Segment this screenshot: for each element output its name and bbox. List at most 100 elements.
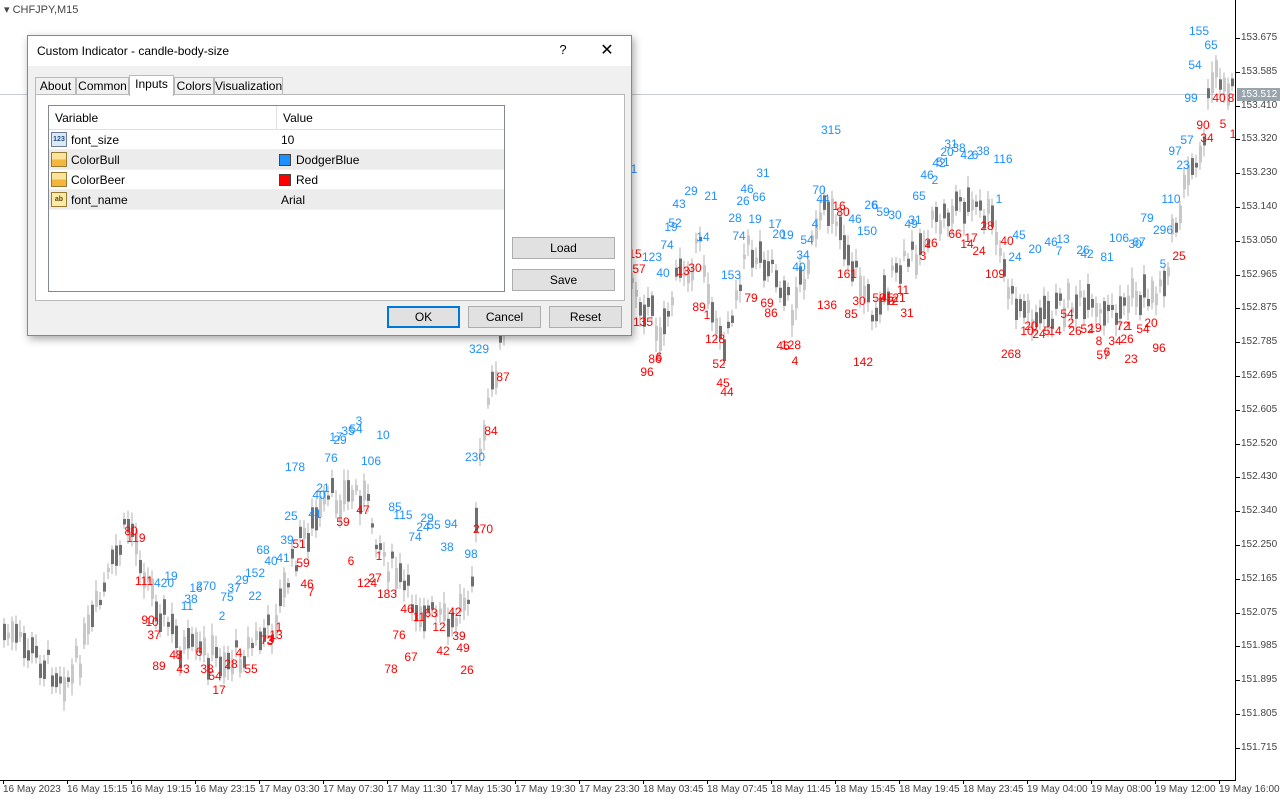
- time-axis[interactable]: 16 May 2023 16 May 15:15 16 May 19:15 16 Ma…: [0, 780, 1280, 801]
- candle-body: [891, 265, 894, 271]
- save-button[interactable]: Save: [512, 269, 615, 291]
- candle-body: [1127, 295, 1130, 313]
- close-button[interactable]: ✕: [594, 39, 620, 63]
- candle-body: [667, 310, 670, 317]
- bull-size-label: 2: [932, 173, 939, 187]
- bear-size-label: 44: [720, 385, 734, 399]
- candle-body: [43, 660, 46, 679]
- candle-body: [1167, 267, 1170, 277]
- candle-body: [947, 212, 950, 227]
- bear-size-label: 12: [432, 620, 446, 634]
- candle-body: [963, 201, 966, 224]
- candle-body: [1195, 162, 1198, 168]
- bull-size-label: 153: [721, 268, 741, 282]
- bear-size-label: 89: [152, 659, 166, 673]
- bear-size-label: 14: [1048, 324, 1062, 338]
- reset-button[interactable]: Reset: [549, 306, 622, 328]
- bull-size-label: 19: [780, 228, 794, 242]
- candle-body: [403, 580, 406, 591]
- bear-size-label: 19: [1088, 321, 1102, 335]
- bear-size-label: 86: [764, 306, 778, 320]
- bear-size-label: 30: [852, 294, 866, 308]
- candle-body: [1095, 302, 1098, 317]
- bull-size-label: 52: [668, 216, 682, 230]
- bull-size-label: 31: [756, 166, 770, 180]
- bear-size-label: 84: [484, 424, 498, 438]
- bull-size-label: 5: [1160, 257, 1167, 271]
- candle-body: [443, 603, 446, 621]
- candle-body: [635, 289, 638, 297]
- bear-size-label: 76: [392, 628, 406, 642]
- tab-inputs[interactable]: Inputs: [129, 75, 174, 96]
- candle-body: [347, 480, 350, 502]
- table-row[interactable]: ColorBull DodgerBlue: [49, 150, 504, 170]
- candle-body: [1175, 222, 1178, 233]
- price-label: 152.250: [1241, 539, 1278, 550]
- candle-body: [47, 649, 50, 655]
- candle-body: [1083, 297, 1086, 320]
- candle-body: [771, 259, 774, 265]
- candle-body: [1139, 295, 1142, 316]
- candle-body: [255, 630, 258, 641]
- candle-body: [659, 327, 662, 351]
- cancel-button[interactable]: Cancel: [468, 306, 541, 328]
- bull-size-label: 24: [1008, 250, 1022, 264]
- candle-body: [103, 582, 106, 592]
- bull-size-label: 74: [660, 238, 674, 252]
- bull-size-label: 40: [792, 260, 806, 274]
- variable-name: font_size: [71, 133, 120, 147]
- candle-body: [671, 296, 674, 306]
- tab-colors[interactable]: Colors: [174, 77, 214, 95]
- bull-size-label: 106: [1109, 231, 1129, 245]
- price-label: 153.140: [1241, 201, 1278, 212]
- price-tick: [1236, 274, 1240, 276]
- time-label: 17 May 07:30: [323, 784, 384, 795]
- tab-common[interactable]: Common: [76, 77, 129, 95]
- header-variable[interactable]: Variable: [49, 106, 277, 130]
- bear-size-label: 8: [176, 648, 183, 662]
- bear-size-label: 109: [985, 267, 1005, 281]
- candle-body: [731, 315, 734, 323]
- table-row[interactable]: ColorBeer Red: [49, 170, 504, 190]
- candle-body: [463, 597, 466, 611]
- dialog-titlebar[interactable]: Custom Indicator - candle-body-size ? ✕: [28, 36, 631, 66]
- header-value[interactable]: Value: [277, 106, 504, 130]
- price-label: 152.785: [1241, 336, 1278, 348]
- bull-size-label: 42: [1080, 247, 1094, 261]
- integer-icon: 123: [51, 132, 67, 147]
- time-label: 18 May 19:45: [899, 784, 960, 795]
- candle-body: [943, 203, 946, 219]
- table-row[interactable]: ab font_name Arial: [49, 190, 504, 210]
- ok-button[interactable]: OK: [387, 306, 460, 328]
- tab-about[interactable]: About: [35, 77, 76, 95]
- bear-size-label: 63: [424, 606, 438, 620]
- bull-size-label: 14: [696, 230, 710, 244]
- candle-body: [995, 232, 998, 245]
- price-tick: [1236, 342, 1240, 344]
- help-button[interactable]: ?: [555, 42, 571, 60]
- price-label: 152.965: [1241, 268, 1278, 280]
- bear-size-label: 85: [844, 307, 858, 321]
- bear-size-label: 1: [704, 308, 711, 322]
- candle-body: [727, 321, 730, 329]
- price-tick: [1236, 139, 1240, 141]
- inputs-panel: Variable Value 123 font_size 10 ColorBul…: [35, 94, 625, 301]
- candle-body: [59, 676, 62, 684]
- price-tick: [1236, 612, 1240, 614]
- table-row[interactable]: 123 font_size 10: [49, 130, 504, 150]
- tab-visualization[interactable]: Visualization: [214, 77, 283, 95]
- bear-size-label: 96: [1152, 341, 1166, 355]
- candle-body: [91, 604, 94, 628]
- candle-body: [867, 284, 870, 303]
- price-label: 152.520: [1241, 437, 1278, 449]
- candle-body: [803, 278, 806, 291]
- candle-body: [331, 478, 334, 494]
- load-button[interactable]: Load: [512, 237, 615, 259]
- bear-size-label: 6: [656, 350, 663, 364]
- price-label: 151.805: [1241, 708, 1278, 719]
- candle-body: [355, 485, 358, 492]
- bull-size-label: 30: [888, 208, 902, 222]
- candle-body: [327, 495, 330, 500]
- price-axis[interactable]: 153.675 153.585 153.410 153.320 153.230 153.1…: [1235, 0, 1280, 780]
- bear-size-label: 135: [633, 315, 653, 329]
